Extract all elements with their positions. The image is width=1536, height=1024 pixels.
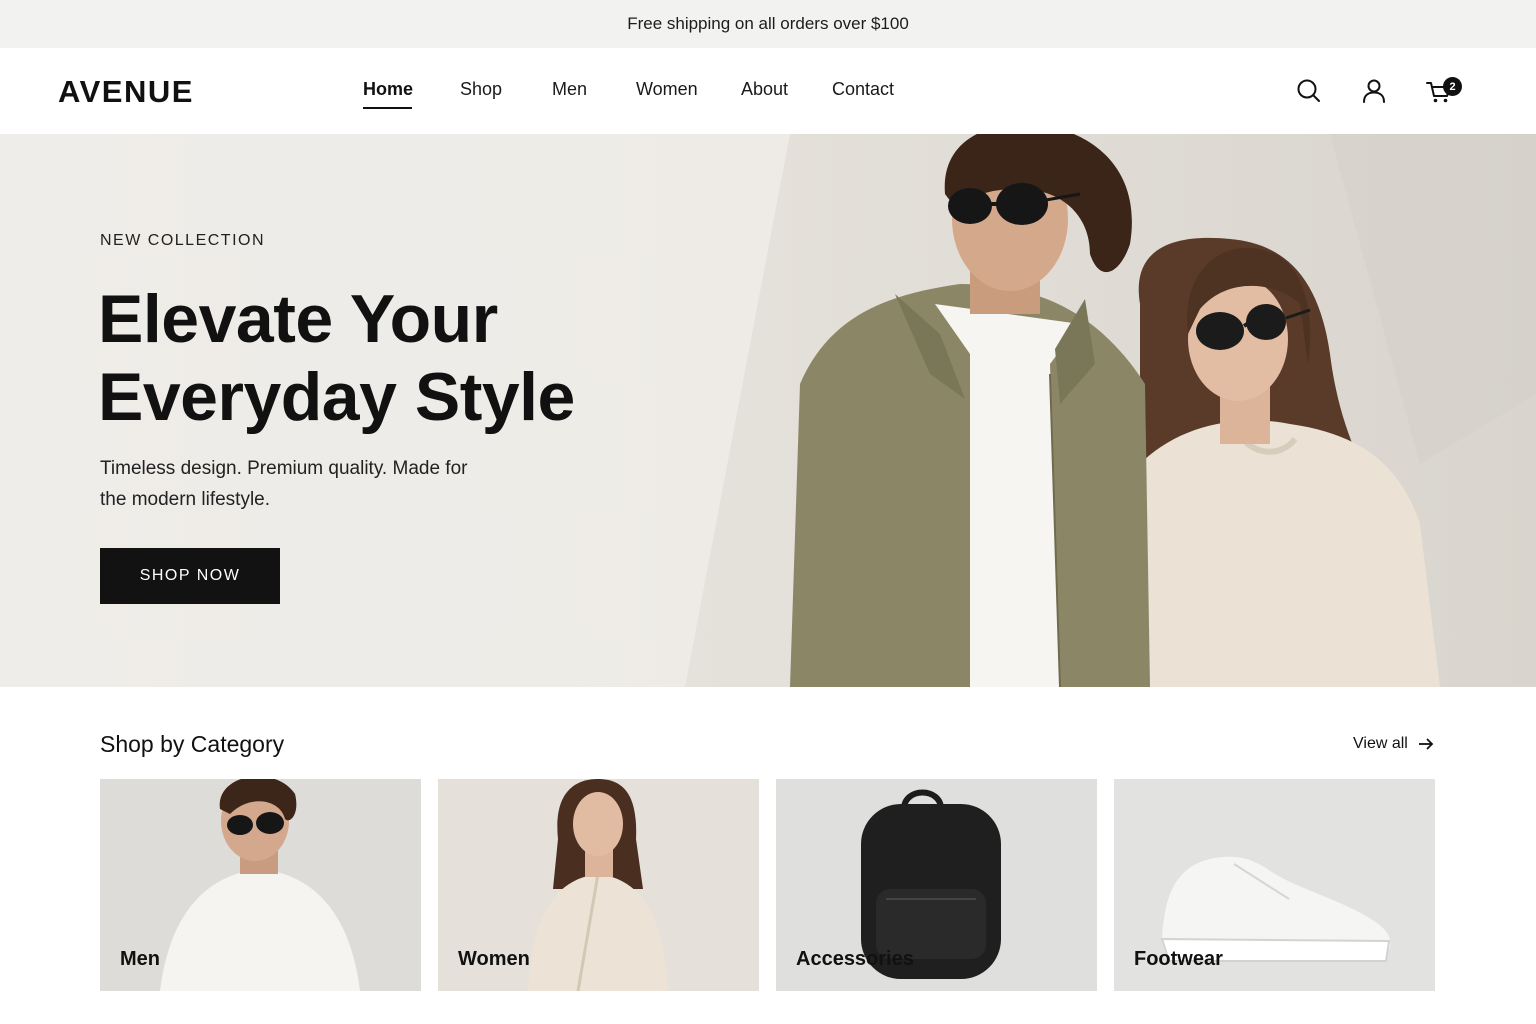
brand-logo[interactable]: AVENUE bbox=[58, 74, 194, 110]
category-label-footwear: Footwear bbox=[1134, 948, 1223, 970]
nav-men[interactable]: Men bbox=[552, 79, 587, 100]
category-section-title: Shop by Category bbox=[100, 731, 285, 757]
user-icon[interactable] bbox=[1359, 76, 1389, 106]
hero-banner: NEW COLLECTION Elevate Your Everyday Sty… bbox=[0, 134, 1536, 687]
cart-count-badge: 2 bbox=[1443, 77, 1462, 96]
nav-shop[interactable]: Shop bbox=[460, 79, 502, 100]
hero-title: Elevate Your Everyday Style bbox=[98, 280, 575, 436]
nav-active-underline bbox=[363, 107, 412, 109]
nav-women[interactable]: Women bbox=[636, 79, 698, 100]
view-all-label: View all bbox=[1353, 735, 1408, 752]
nav-home[interactable]: Home bbox=[363, 79, 413, 100]
category-card-men[interactable]: Men bbox=[100, 779, 421, 991]
hero-title-line-1: Elevate Your bbox=[98, 281, 498, 357]
announcement-text: Free shipping on all orders over $100 bbox=[627, 14, 909, 33]
nav-about[interactable]: About bbox=[741, 79, 788, 100]
search-icon[interactable] bbox=[1294, 76, 1324, 106]
hero-title-line-2: Everyday Style bbox=[98, 359, 575, 435]
category-card-footwear[interactable]: Footwear bbox=[1114, 779, 1435, 991]
nav-contact[interactable]: Contact bbox=[832, 79, 894, 100]
site-header: AVENUE Home Shop Men Women About Contact… bbox=[0, 48, 1536, 134]
view-all-link[interactable]: View all bbox=[1353, 735, 1434, 753]
hero-subtitle: Timeless design. Premium quality. Made f… bbox=[100, 458, 468, 510]
hero-models-image bbox=[790, 134, 1440, 687]
arrow-right-icon bbox=[1418, 738, 1434, 750]
shop-now-button[interactable]: SHOP NOW bbox=[100, 548, 280, 604]
category-label-women: Women bbox=[458, 948, 530, 970]
hero-eyebrow: NEW COLLECTION bbox=[100, 232, 266, 249]
category-label-men: Men bbox=[120, 948, 160, 970]
category-card-women[interactable]: Women bbox=[438, 779, 759, 991]
announcement-bar: Free shipping on all orders over $100 bbox=[0, 0, 1536, 48]
category-label-accessories: Accessories bbox=[796, 948, 914, 970]
category-card-accessories[interactable]: Accessories bbox=[776, 779, 1097, 991]
